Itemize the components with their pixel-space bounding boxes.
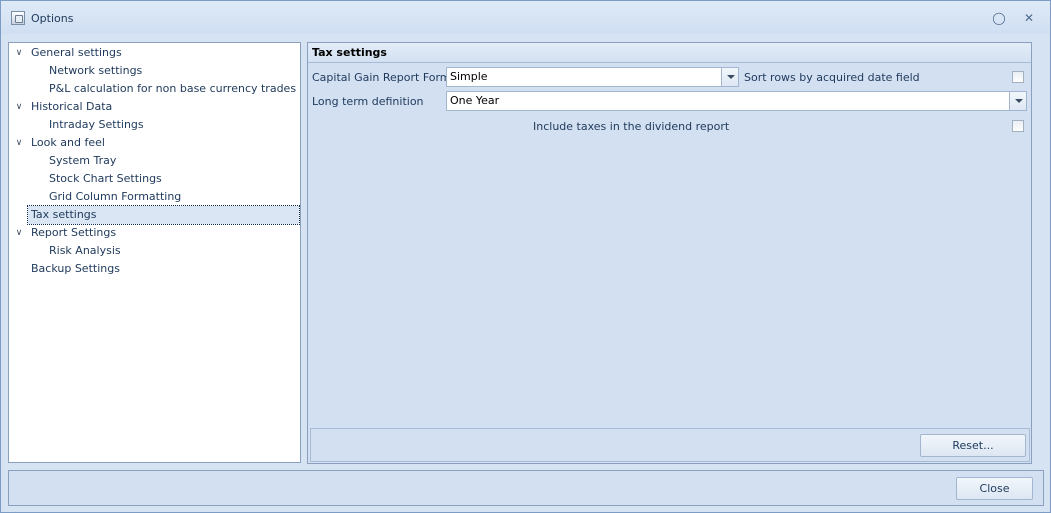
group-header: Tax settings — [308, 43, 1031, 63]
tree-item-backup-settings[interactable]: Backup Settings — [31, 260, 120, 278]
tree-item-look-and-feel[interactable]: ∨ Look and feel — [9, 134, 299, 152]
tree-item-tax-settings[interactable]: Tax settings — [27, 205, 300, 225]
tree-item-grid-column-formatting[interactable]: Grid Column Formatting — [49, 188, 181, 206]
tree-item-label: Report Settings — [31, 226, 117, 239]
tree-item-label: P&L calculation for non base currency tr… — [49, 82, 297, 95]
tree-item-report-settings[interactable]: ∨ Report Settings — [9, 224, 299, 242]
title-bar[interactable]: Options ◯ ✕ — [1, 1, 1050, 34]
tree-item-pl-calculation[interactable]: P&L calculation for non base currency tr… — [49, 80, 296, 98]
close-button[interactable]: Close — [956, 477, 1033, 500]
tree-item-label: Stock Chart Settings — [49, 172, 162, 185]
tree-item-label: Historical Data — [31, 100, 113, 113]
tree-item-general-settings[interactable]: ∨ General settings — [9, 44, 299, 62]
tree-item-risk-analysis[interactable]: Risk Analysis — [49, 242, 121, 260]
window-title: Options — [31, 12, 74, 25]
chevron-down-icon[interactable]: ∨ — [14, 44, 24, 62]
chevron-down-icon[interactable] — [1009, 92, 1026, 110]
panel-footer: Reset... — [310, 428, 1030, 462]
tree-item-label: General settings — [31, 46, 122, 59]
tree-item-intraday-settings[interactable]: Intraday Settings — [49, 116, 144, 134]
capital-gain-label: Capital Gain Report Format — [312, 71, 462, 84]
tree-item-label: System Tray — [49, 154, 117, 167]
tax-settings-panel: Tax settings Capital Gain Report Format … — [307, 42, 1032, 464]
chevron-down-icon[interactable]: ∨ — [14, 134, 24, 152]
settings-tree[interactable]: ∨ General settings Network settings P&L … — [8, 42, 301, 463]
long-term-definition-select[interactable]: One Year — [446, 91, 1027, 111]
include-taxes-checkbox[interactable] — [1012, 120, 1024, 132]
chevron-down-icon[interactable]: ∨ — [14, 224, 24, 242]
tree-item-label: Look and feel — [31, 136, 105, 149]
chevron-down-icon[interactable] — [721, 68, 738, 86]
sort-rows-checkbox[interactable] — [1012, 71, 1024, 83]
tree-item-label: Backup Settings — [31, 262, 120, 275]
tree-item-system-tray[interactable]: System Tray — [49, 152, 116, 170]
tree-item-historical-data[interactable]: ∨ Historical Data — [9, 98, 299, 116]
chevron-down-icon[interactable]: ∨ — [14, 98, 24, 116]
tree-item-label: Risk Analysis — [49, 244, 121, 257]
combo-value: Simple — [450, 70, 488, 83]
sort-rows-label: Sort rows by acquired date field — [744, 71, 920, 84]
options-window: Options ◯ ✕ ∨ General settings Network s… — [0, 0, 1051, 513]
tree-item-label: Grid Column Formatting — [49, 190, 182, 203]
tree-item-label: Intraday Settings — [49, 118, 144, 131]
close-icon[interactable]: ✕ — [1021, 10, 1037, 26]
long-term-label: Long term definition — [312, 95, 424, 108]
reset-button[interactable]: Reset... — [920, 434, 1026, 457]
include-taxes-label: Include taxes in the dividend report — [533, 120, 730, 133]
combo-value: One Year — [450, 94, 500, 107]
dialog-footer: Close — [8, 470, 1044, 506]
tree-item-label: Tax settings — [31, 208, 97, 221]
tree-item-network-settings[interactable]: Network settings — [49, 62, 142, 80]
pin-icon[interactable]: ◯ — [991, 10, 1007, 26]
tree-item-stock-chart-settings[interactable]: Stock Chart Settings — [49, 170, 162, 188]
app-options-icon — [11, 11, 25, 25]
tree-item-label: Network settings — [49, 64, 143, 77]
capital-gain-format-select[interactable]: Simple — [446, 67, 739, 87]
